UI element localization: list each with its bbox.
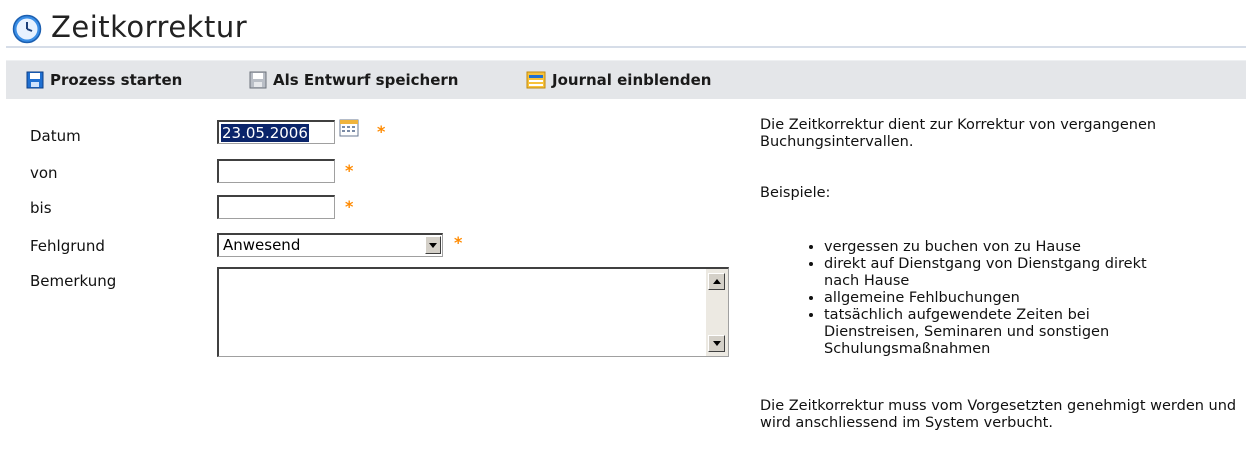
start-process-label: Prozess starten [50,71,183,89]
datum-label: Datum [30,127,81,145]
save-draft-button[interactable]: Als Entwurf speichern [249,61,458,99]
title-bar: Zeitkorrektur [6,8,1246,48]
help-examples-list: vergessen zu buchen von zu Hause direkt … [760,239,1154,358]
show-journal-label: Journal einblenden [552,71,712,89]
clock-icon [12,14,42,44]
bis-label: bis [30,199,52,217]
bemerkung-textarea[interactable] [217,267,729,357]
fehlgrund-value: Anwesend [223,236,301,254]
scroll-down-icon[interactable] [708,335,725,352]
required-marker: * [377,122,386,141]
bemerkung-label: Bemerkung [30,272,117,290]
start-process-button[interactable]: Prozess starten [26,61,182,99]
help-panel: Die Zeitkorrektur dient zur Korrektur vo… [760,117,1250,432]
list-item: allgemeine Fehlbuchungen [824,290,1154,307]
draft-save-icon [249,71,267,89]
required-marker: * [345,197,354,216]
date-value: 23.05.2006 [221,124,309,142]
bis-input[interactable] [217,195,335,219]
von-input[interactable] [217,159,335,183]
list-item: vergessen zu buchen von zu Hause [824,239,1154,256]
journal-icon [526,71,546,89]
help-footer: Die Zeitkorrektur muss vom Vorgesetzten … [760,398,1237,431]
chevron-down-icon[interactable] [425,236,441,254]
save-draft-label: Als Entwurf speichern [273,71,459,89]
required-marker: * [454,233,463,252]
von-label: von [30,164,58,182]
fehlgrund-label: Fehlgrund [30,237,105,255]
textarea-scrollbar[interactable] [706,269,728,356]
save-icon [26,71,44,89]
date-input[interactable]: 23.05.2006 [217,120,335,144]
calendar-icon[interactable] [339,119,359,137]
page-title: Zeitkorrektur [51,10,248,44]
show-journal-button[interactable]: Journal einblenden [526,61,711,99]
help-intro: Die Zeitkorrektur dient zur Korrektur vo… [760,117,1157,150]
toolbar: Prozess starten Als Entwurf speichern Jo… [6,60,1246,99]
fehlgrund-select[interactable]: Anwesend [217,233,443,257]
required-marker: * [345,161,354,180]
help-examples-title: Beispiele: [760,185,831,201]
scroll-up-icon[interactable] [708,273,725,290]
list-item: direkt auf Dienstgang von Dienstgang dir… [824,256,1154,290]
list-item: tatsächlich aufgewendete Zeiten bei Dien… [824,307,1154,358]
